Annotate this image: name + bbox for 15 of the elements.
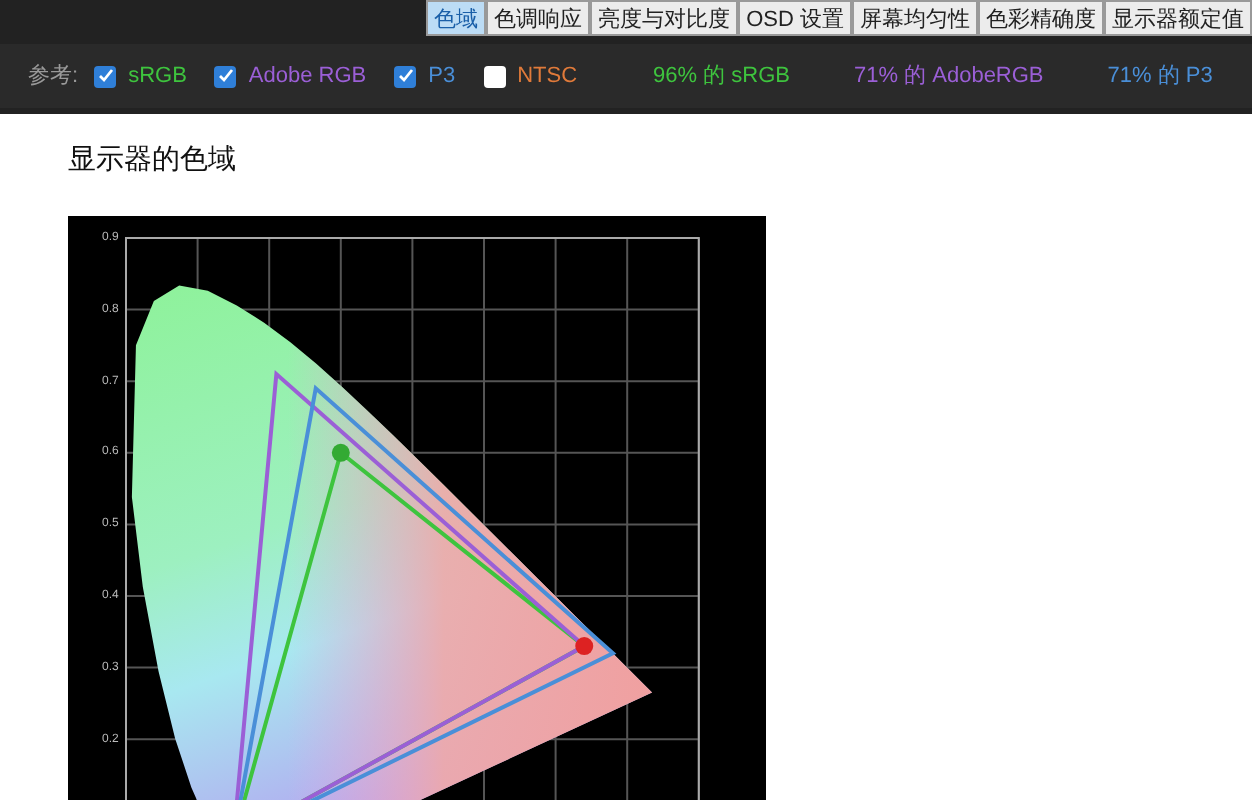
checkbox-label[interactable]: P3 [428,59,456,93]
tab[interactable]: 亮度与对比度 [590,0,739,36]
section-title: 显示器的色域 [68,140,238,178]
tab[interactable]: OSD 设置 [738,0,852,36]
reference-label: 参考: [28,61,79,92]
tab[interactable]: 显示器额定值 [1104,0,1252,36]
coverage-result: 96% 的 sRGB [653,61,790,92]
tab[interactable]: 屏幕均匀性 [852,0,978,36]
tab[interactable]: 色域 [426,0,487,36]
coverage-result: 71% 的 AdobeRGB [854,61,1044,92]
checkbox-label[interactable]: NTSC [517,59,578,93]
tab[interactable]: 色调响应 [486,0,591,36]
checkbox-label[interactable]: sRGB [128,59,187,93]
tab[interactable]: 色彩精确度 [978,0,1104,36]
coverage-result: 71% 的 P3 [1107,61,1213,92]
